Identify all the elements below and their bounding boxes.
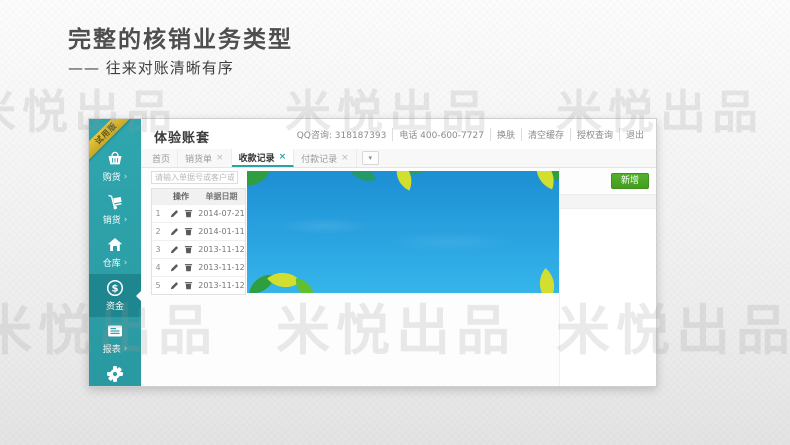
- app-window: 购货 销货 仓库 $ 资: [88, 118, 657, 387]
- marketing-slide: 完整的核销业务类型 —— 往来对账清晰有序 米悦出品 米悦出品 米悦出品 米悦出…: [0, 0, 790, 445]
- clear-cache-link[interactable]: 清空缓存: [522, 128, 571, 141]
- tab-bar: 首页 销货单 收款记录 付款记录: [141, 149, 656, 168]
- tab-dropdown-button[interactable]: [362, 151, 379, 165]
- funds-icon: $: [106, 279, 124, 297]
- table-row[interactable]: 5 2013-11-12: [152, 276, 245, 294]
- license-query-link[interactable]: 授权查询: [571, 128, 620, 141]
- account-set-title: 体验账套: [154, 127, 210, 146]
- chevron-right-icon: [121, 387, 128, 388]
- close-icon[interactable]: [337, 153, 349, 163]
- tab-receipt-records[interactable]: 收款记录: [232, 149, 295, 167]
- delete-icon[interactable]: [184, 245, 193, 254]
- page-subtitle: —— 往来对账清晰有序: [68, 57, 234, 78]
- phone-link[interactable]: 电话 400-600-7727: [393, 128, 491, 141]
- trolley-icon: [106, 193, 124, 211]
- content-area: 操作 单据日期 1 2014-07-21 2: [141, 168, 656, 386]
- sidebar-item-sales[interactable]: 销货: [89, 188, 141, 231]
- search-input[interactable]: [151, 171, 238, 184]
- cart-icon: [106, 150, 124, 168]
- sidebar-item-settings[interactable]: 设置: [89, 360, 141, 387]
- leaf-icon: [247, 171, 270, 194]
- leaf-icon: [294, 278, 316, 293]
- edit-icon[interactable]: [170, 227, 179, 236]
- main-area: 体验账套 QQ咨询: 318187393 电话 400-600-7727 换肤 …: [141, 119, 656, 386]
- window-header: 体验账套 QQ咨询: 318187393 电话 400-600-7727 换肤 …: [141, 119, 656, 150]
- sidebar-item-warehouse[interactable]: 仓库: [89, 231, 141, 274]
- detail-panel-toolbar: 新增: [560, 168, 656, 194]
- tab-home[interactable]: 首页: [145, 149, 178, 167]
- header-links: QQ咨询: 318187393 电话 400-600-7727 换肤 清空缓存 …: [291, 128, 650, 141]
- leaf-icon: [348, 171, 376, 187]
- page-title: 完整的核销业务类型: [68, 20, 293, 54]
- chevron-right-icon: [121, 215, 128, 225]
- chevron-right-icon: [121, 344, 128, 354]
- promo-banner: [247, 171, 559, 293]
- delete-icon[interactable]: [184, 227, 193, 236]
- close-icon[interactable]: [212, 153, 224, 163]
- close-icon[interactable]: [275, 152, 287, 162]
- chevron-right-icon: [121, 172, 128, 182]
- gear-icon: [106, 365, 124, 383]
- qq-contact-link[interactable]: QQ咨询: 318187393: [291, 128, 394, 141]
- sidebar: 购货 销货 仓库 $ 资: [89, 119, 141, 386]
- leaf-icon: [530, 268, 559, 293]
- detail-panel-header-strip: [560, 194, 656, 209]
- delete-icon[interactable]: [184, 263, 193, 272]
- edit-icon[interactable]: [170, 245, 179, 254]
- logout-link[interactable]: 退出: [620, 128, 650, 141]
- records-table: 操作 单据日期 1 2014-07-21 2: [151, 188, 246, 295]
- edit-icon[interactable]: [170, 209, 179, 218]
- edit-icon[interactable]: [170, 281, 179, 290]
- sidebar-item-reports[interactable]: 报表: [89, 317, 141, 360]
- edit-icon[interactable]: [170, 263, 179, 272]
- table-row[interactable]: 2 2014-01-11: [152, 222, 245, 240]
- change-skin-link[interactable]: 换肤: [491, 128, 522, 141]
- table-header: 操作 单据日期: [152, 189, 245, 204]
- delete-icon[interactable]: [184, 209, 193, 218]
- warehouse-icon: [106, 236, 124, 254]
- add-button[interactable]: 新增: [611, 173, 649, 189]
- tab-sales-order[interactable]: 销货单: [178, 149, 232, 167]
- svg-text:$: $: [112, 284, 119, 295]
- table-row[interactable]: 4 2013-11-12: [152, 258, 245, 276]
- report-icon: [106, 322, 124, 340]
- table-row[interactable]: 1 2014-07-21: [152, 204, 245, 222]
- delete-icon[interactable]: [184, 281, 193, 290]
- sidebar-item-funds[interactable]: $ 资金: [89, 274, 141, 317]
- tab-payment-records[interactable]: 付款记录: [294, 149, 357, 167]
- chevron-right-icon: [121, 258, 128, 268]
- detail-panel: 新增: [559, 168, 656, 386]
- table-row[interactable]: 3 2013-11-12: [152, 240, 245, 258]
